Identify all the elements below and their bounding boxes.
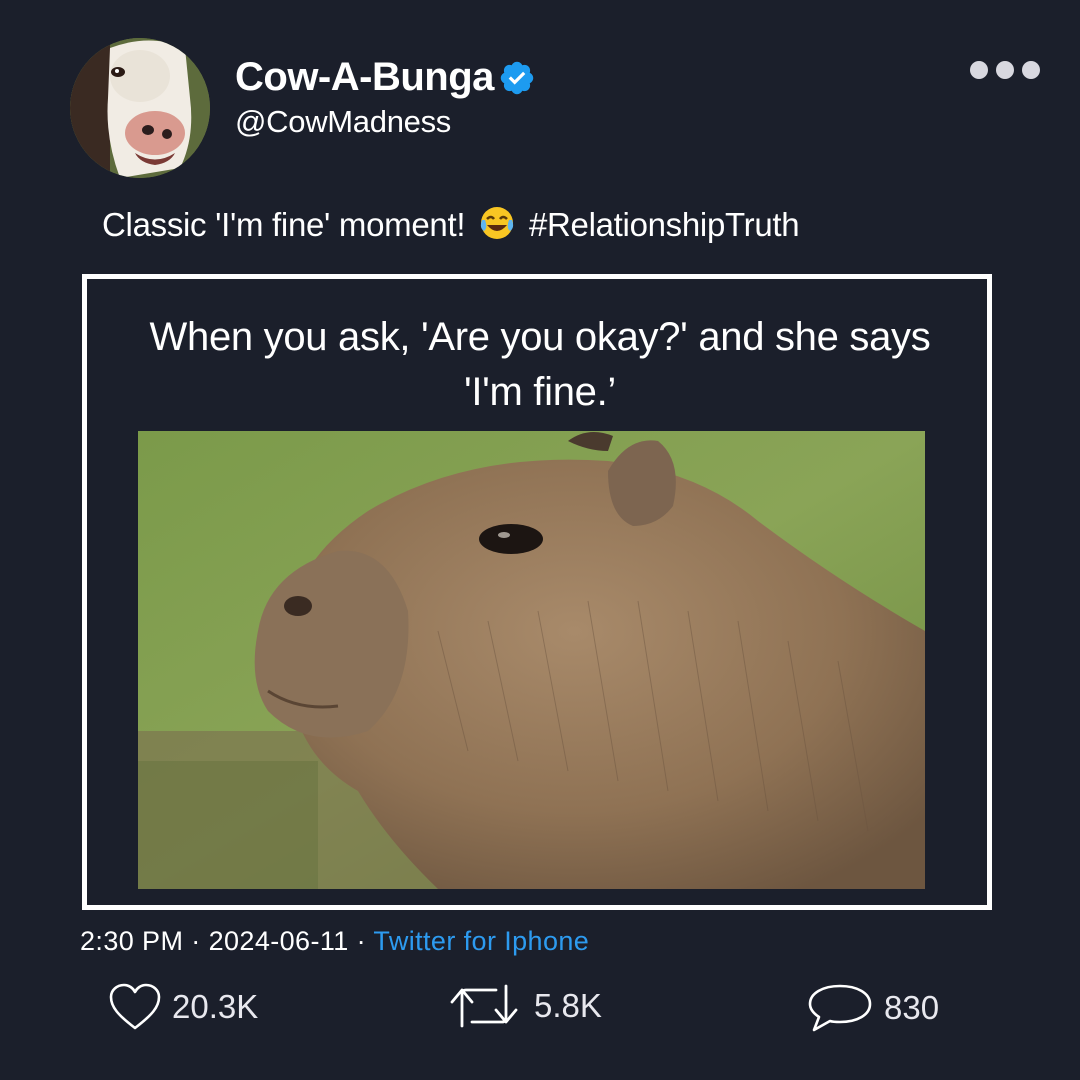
tweet-meta: 2:30 PM · 2024-06-11 · Twitter for Iphon…: [80, 926, 589, 957]
reply-button[interactable]: 830: [806, 982, 939, 1034]
display-name[interactable]: Cow-A-Bunga: [235, 55, 536, 100]
meta-separator: ·: [191, 926, 201, 956]
tweet-source-link[interactable]: Twitter for Iphone: [373, 926, 589, 956]
like-button[interactable]: 20.3K: [108, 982, 258, 1032]
meme-caption: When you ask, 'Are you okay?' and she sa…: [90, 310, 990, 420]
tweet-time: 2:30 PM: [80, 926, 184, 956]
user-handle[interactable]: @CowMadness: [235, 104, 451, 140]
capybara-photo: [138, 431, 925, 889]
tweet-text-body: Classic 'I'm fine' moment!: [102, 206, 466, 243]
retweet-count: 5.8K: [534, 987, 602, 1024]
more-dot-icon: [1022, 61, 1040, 79]
retweet-icon: [450, 984, 518, 1028]
hashtag-link[interactable]: #RelationshipTruth: [529, 206, 800, 243]
more-options-button[interactable]: [970, 58, 1050, 82]
reply-count: 830: [884, 989, 940, 1026]
display-name-text: Cow-A-Bunga: [235, 55, 494, 99]
like-count: 20.3K: [172, 988, 259, 1025]
meme-caption-line: When you ask, 'Are you okay?' and she sa…: [149, 315, 931, 359]
more-dot-icon: [996, 61, 1014, 79]
comment-bubble-icon: [808, 984, 872, 1032]
heart-icon: [109, 983, 161, 1030]
meta-separator: ·: [356, 926, 366, 956]
more-dot-icon: [970, 61, 988, 79]
meme-caption-line: 'I'm fine.’: [463, 370, 616, 414]
cow-avatar-image: [70, 38, 210, 178]
tweet-date: 2024-06-11: [208, 926, 349, 956]
tears-of-joy-emoji: [478, 204, 516, 250]
avatar[interactable]: [70, 38, 210, 178]
retweet-button[interactable]: 5.8K: [444, 982, 602, 1030]
verified-badge-icon: [500, 61, 534, 94]
tweet-text: Classic 'I'm fine' moment! #Relationship…: [102, 204, 800, 250]
